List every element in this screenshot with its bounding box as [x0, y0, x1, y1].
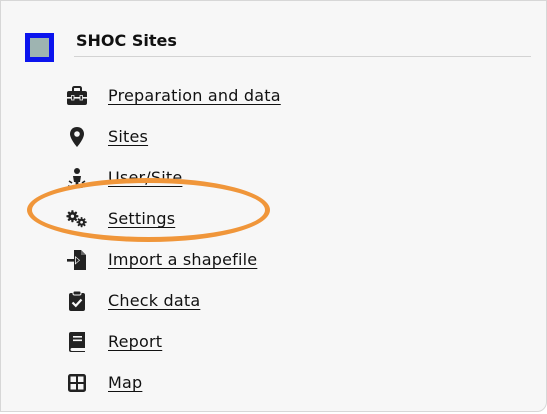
menu-item-check-data[interactable]: Check data: [66, 280, 281, 321]
map-pin-icon: [66, 126, 88, 148]
menu-item-label[interactable]: Settings: [108, 209, 175, 228]
grid-map-icon: [66, 372, 88, 394]
menu-item-import-shapefile[interactable]: Import a shapefile: [66, 239, 281, 280]
module-logo: [25, 33, 54, 62]
menu-item-sites[interactable]: Sites: [66, 116, 281, 157]
sites-module-panel: SHOC Sites Preparation and data Sites Us…: [0, 0, 547, 412]
book-icon: [66, 331, 88, 353]
file-import-icon: [66, 249, 88, 271]
module-menu: Preparation and data Sites User/Site Set…: [66, 75, 281, 403]
module-header: SHOC Sites: [25, 27, 531, 62]
user-site-icon: [66, 167, 88, 189]
menu-item-label[interactable]: Import a shapefile: [108, 250, 257, 269]
menu-item-label[interactable]: Report: [108, 332, 162, 351]
menu-item-map[interactable]: Map: [66, 362, 281, 403]
menu-item-preparation-and-data[interactable]: Preparation and data: [66, 75, 281, 116]
menu-item-settings[interactable]: Settings: [66, 198, 281, 239]
menu-item-label[interactable]: Sites: [108, 127, 148, 146]
menu-item-report[interactable]: Report: [66, 321, 281, 362]
menu-item-label[interactable]: Preparation and data: [108, 86, 281, 105]
menu-item-label[interactable]: Map: [108, 373, 142, 392]
gears-icon: [66, 208, 88, 230]
clipboard-check-icon: [66, 290, 88, 312]
toolbox-icon: [66, 85, 88, 107]
module-title: SHOC Sites: [76, 31, 177, 50]
menu-item-label[interactable]: User/Site: [108, 168, 182, 187]
menu-item-label[interactable]: Check data: [108, 291, 200, 310]
menu-item-user-site[interactable]: User/Site: [66, 157, 281, 198]
header-divider: [74, 56, 531, 57]
